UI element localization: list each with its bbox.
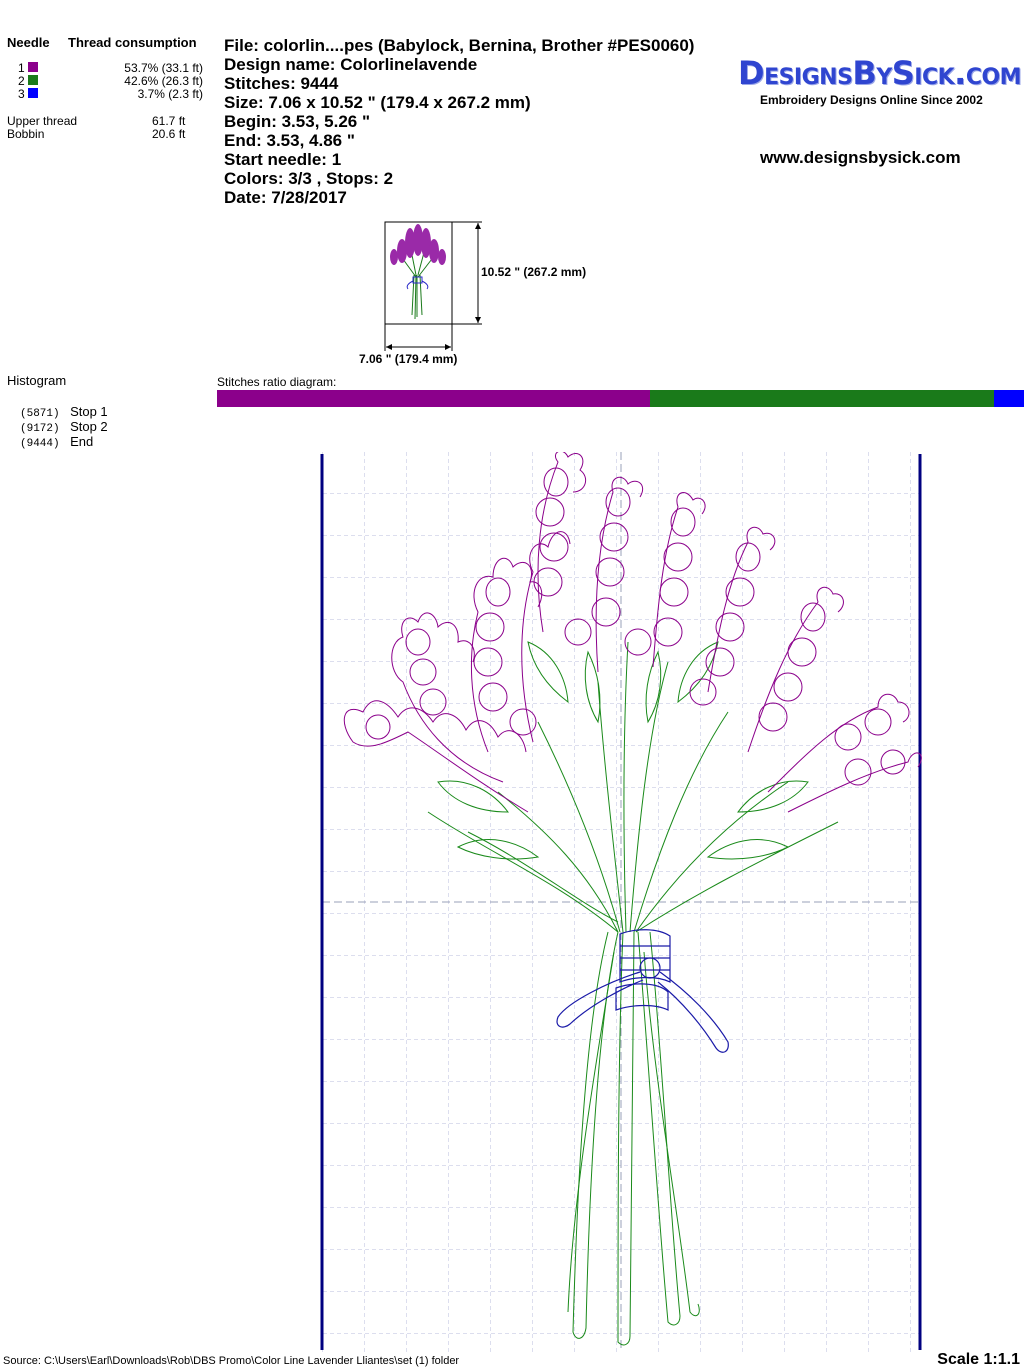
upper-thread-value: 61.7 ft [152, 114, 186, 128]
file-line: File: colorlin....pes (Babylock, Bernina… [224, 36, 695, 55]
needle-value: 53.7% (33.1 ft) [124, 61, 203, 75]
design-thumbnail [384, 221, 482, 351]
scale-label: Scale 1:1.1 [937, 1351, 1020, 1368]
needle-value: 42.6% (26.3 ft) [124, 74, 203, 88]
ratio-bar [217, 390, 1024, 407]
needle-number: 1 [18, 61, 25, 75]
ratio-segment-2 [650, 390, 995, 407]
ratio-segment-3 [994, 390, 1024, 407]
design-info: File: colorlin....pes (Babylock, Bernina… [224, 36, 694, 207]
bobbin-label: Bobbin [7, 127, 45, 141]
histogram-entry: (9444) End [20, 433, 108, 450]
date-line: Date: 7/28/2017 [224, 188, 347, 207]
brand-url[interactable]: www.designsbysick.com [760, 148, 961, 168]
needle-number: 2 [18, 74, 25, 88]
start-needle-line: Start needle: 1 [224, 150, 342, 169]
needle-value: 3.7% (2.3 ft) [137, 87, 203, 101]
brand-tagline: Embroidery Designs Online Since 2002 [760, 93, 983, 107]
color-swatch [28, 75, 39, 85]
ratio-title: Stitches ratio diagram: [217, 375, 337, 389]
end-line: End: 3.53, 4.86 " [224, 131, 355, 150]
needle-header: Needle [7, 35, 50, 50]
histogram-entry: (5871) Stop 1 [20, 403, 108, 420]
needle-row-3: 3 3.7% (2.3 ft) [18, 87, 203, 101]
histogram-count: (9444) [20, 438, 60, 450]
begin-line: Begin: 3.53, 5.26 " [224, 112, 371, 131]
needle-rows: 1 53.7% (33.1 ft) 2 42.6% (26.3 ft) 3 3.… [18, 61, 203, 101]
needle-number: 3 [18, 87, 25, 101]
histogram-title: Histogram [7, 373, 67, 388]
thumbnail-width-label: 7.06 " (179.4 mm) [359, 352, 458, 366]
bobbin-value: 20.6 ft [152, 127, 186, 141]
histogram-list: (5871) Stop 1 (9172) Stop 2 (9444) End [20, 403, 108, 450]
source-path: Source: C:\Users\Earl\Downloads\Rob\DBS … [3, 1355, 460, 1367]
histogram-entry: (9172) Stop 2 [20, 418, 108, 435]
design-preview [320, 452, 922, 1352]
histogram-label: End [70, 434, 94, 449]
needle-row-2: 2 42.6% (26.3 ft) [18, 74, 203, 88]
ratio-segment-1 [217, 390, 651, 407]
histogram-label: Stop 2 [70, 419, 108, 434]
thumbnail-height-label: 10.52 " (267.2 mm) [481, 265, 587, 279]
upper-thread-label: Upper thread [7, 114, 78, 128]
histogram-label: Stop 1 [70, 404, 108, 419]
stitches-line: Stitches: 9444 [224, 74, 339, 93]
brand-logo: DesignsBySick.com [738, 54, 1022, 92]
colors-stops-line: Colors: 3/3 , Stops: 2 [224, 169, 394, 188]
color-swatch [28, 88, 39, 98]
size-line: Size: 7.06 x 10.52 " (179.4 x 267.2 mm) [224, 93, 531, 112]
needle-row-1: 1 53.7% (33.1 ft) [18, 61, 203, 75]
thread-consumption-header: Thread consumption [68, 35, 197, 50]
color-swatch [28, 62, 39, 72]
design-name-line: Design name: Colorlinelavende [224, 55, 478, 74]
